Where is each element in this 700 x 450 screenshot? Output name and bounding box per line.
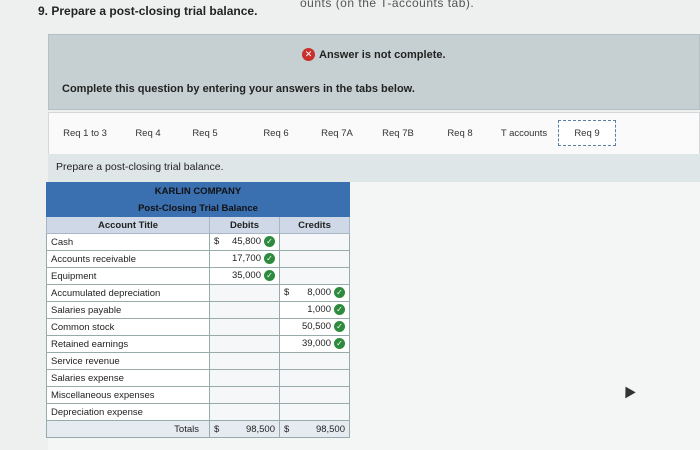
tab-4[interactable]: Req 7A [308, 120, 366, 146]
debit-cell[interactable] [209, 301, 280, 319]
question-title-cut: ounts (on the T-accounts tab). [300, 0, 475, 10]
account-title-cell[interactable]: Miscellaneous expenses [46, 386, 210, 404]
table-row: Service revenue [46, 352, 350, 370]
company-name: KARLIN COMPANY [46, 182, 350, 200]
account-title-cell[interactable]: Accumulated depreciation [46, 284, 210, 302]
table-row: Salaries expense [46, 369, 350, 387]
question-title: 9. Prepare a post-closing trial balance. [38, 4, 258, 18]
debit-cell[interactable] [209, 403, 280, 421]
credit-cell[interactable] [279, 369, 350, 387]
total-debit-value: 98,500 [245, 423, 275, 435]
header-credits: Credits [279, 216, 350, 234]
account-title-cell[interactable]: Depreciation expense [46, 403, 210, 421]
check-icon: ✓ [334, 321, 345, 333]
check-icon: ✓ [264, 236, 275, 248]
debit-cell[interactable] [209, 284, 280, 302]
tab-6[interactable]: Req 8 [430, 120, 490, 146]
statement-title: Post-Closing Trial Balance [46, 199, 350, 217]
table-row: Miscellaneous expenses [46, 386, 350, 404]
check-icon: ✓ [264, 270, 275, 282]
account-title-cell[interactable]: Salaries expense [46, 369, 210, 387]
debit-value: 45,800 [231, 236, 261, 248]
debit-value: 17,700 [231, 253, 261, 265]
account-title-cell[interactable]: Common stock [46, 318, 210, 336]
credit-cell[interactable]: 1,000 ✓ [279, 301, 350, 319]
debit-cell[interactable]: $45,800 ✓ [209, 233, 280, 251]
account-title-cell[interactable]: Accounts receivable [46, 250, 210, 268]
account-title-cell[interactable]: Service revenue [46, 352, 210, 370]
table-row: Equipment 35,000 ✓ [46, 267, 350, 285]
check-icon: ✓ [334, 304, 345, 316]
total-debit-cell: $98,500 [209, 420, 280, 438]
table-row: Accumulated depreciation $8,000 ✓ [46, 284, 350, 302]
debit-cell[interactable] [209, 369, 280, 387]
totals-label: Totals [46, 420, 210, 438]
tab-0[interactable]: Req 1 to 3 [52, 120, 118, 146]
credit-cell[interactable] [279, 352, 350, 370]
credit-value: 50,500 [301, 321, 331, 333]
debit-cell[interactable]: 17,700 ✓ [209, 250, 280, 268]
tab-5[interactable]: Req 7B [368, 120, 428, 146]
debit-cell[interactable] [209, 386, 280, 404]
credit-cell[interactable] [279, 233, 350, 251]
table-row: Salaries payable 1,000 ✓ [46, 301, 350, 319]
credit-cell[interactable]: 39,000 ✓ [279, 335, 350, 353]
account-title-cell[interactable]: Retained earnings [46, 335, 210, 353]
credit-cell[interactable] [279, 386, 350, 404]
instruction-text: Complete this question by entering your … [62, 83, 415, 95]
credit-value: 1,000 [307, 304, 331, 316]
credit-cell[interactable]: 50,500 ✓ [279, 318, 350, 336]
debit-cell[interactable] [209, 318, 280, 336]
debit-cell[interactable] [209, 335, 280, 353]
status-panel [48, 34, 700, 110]
account-title-cell[interactable]: Salaries payable [46, 301, 210, 319]
check-icon: ✓ [334, 338, 345, 350]
credit-cell[interactable]: $8,000 ✓ [279, 284, 350, 302]
tab-8[interactable]: Req 9 [558, 120, 616, 146]
table-row: Retained earnings 39,000 ✓ [46, 335, 350, 353]
dollar-sign: $ [214, 236, 220, 248]
debit-cell[interactable]: 35,000 ✓ [209, 267, 280, 285]
tab-7[interactable]: T accounts [492, 120, 556, 146]
header-debits: Debits [209, 216, 280, 234]
credit-cell[interactable] [279, 250, 350, 268]
account-title-cell[interactable]: Equipment [46, 267, 210, 285]
table-row: Cash $45,800 ✓ [46, 233, 350, 251]
account-title-cell[interactable]: Cash [46, 233, 210, 251]
sub-label: Prepare a post-closing trial balance. [56, 161, 224, 173]
dollar-sign: $ [284, 423, 290, 435]
check-icon: ✓ [264, 253, 275, 265]
total-credit-value: 98,500 [315, 423, 345, 435]
tab-3[interactable]: Req 6 [246, 120, 306, 146]
status-message: ✕ Answer is not complete. [302, 48, 446, 61]
tab-2[interactable]: Req 5 [180, 120, 230, 146]
table-row: Depreciation expense [46, 403, 350, 421]
total-credit-cell: $98,500 [279, 420, 350, 438]
check-icon: ✓ [334, 287, 345, 299]
tab-1[interactable]: Req 4 [118, 120, 178, 146]
dollar-sign: $ [214, 423, 220, 435]
credit-value: 8,000 [307, 287, 331, 299]
credit-value: 39,000 [301, 338, 331, 350]
table-row: Common stock 50,500 ✓ [46, 318, 350, 336]
credit-cell[interactable] [279, 267, 350, 285]
totals-row: Totals $98,500 $98,500 [46, 420, 350, 438]
header-account: Account Title [46, 216, 210, 234]
debit-value: 35,000 [231, 270, 261, 282]
status-text: Answer is not complete. [319, 48, 446, 61]
credit-cell[interactable] [279, 403, 350, 421]
trial-balance-table: KARLIN COMPANY Post-Closing Trial Balanc… [46, 182, 350, 438]
debit-cell[interactable] [209, 352, 280, 370]
dollar-sign: $ [284, 287, 290, 299]
error-x-icon: ✕ [302, 48, 315, 61]
table-row: Accounts receivable 17,700 ✓ [46, 250, 350, 268]
